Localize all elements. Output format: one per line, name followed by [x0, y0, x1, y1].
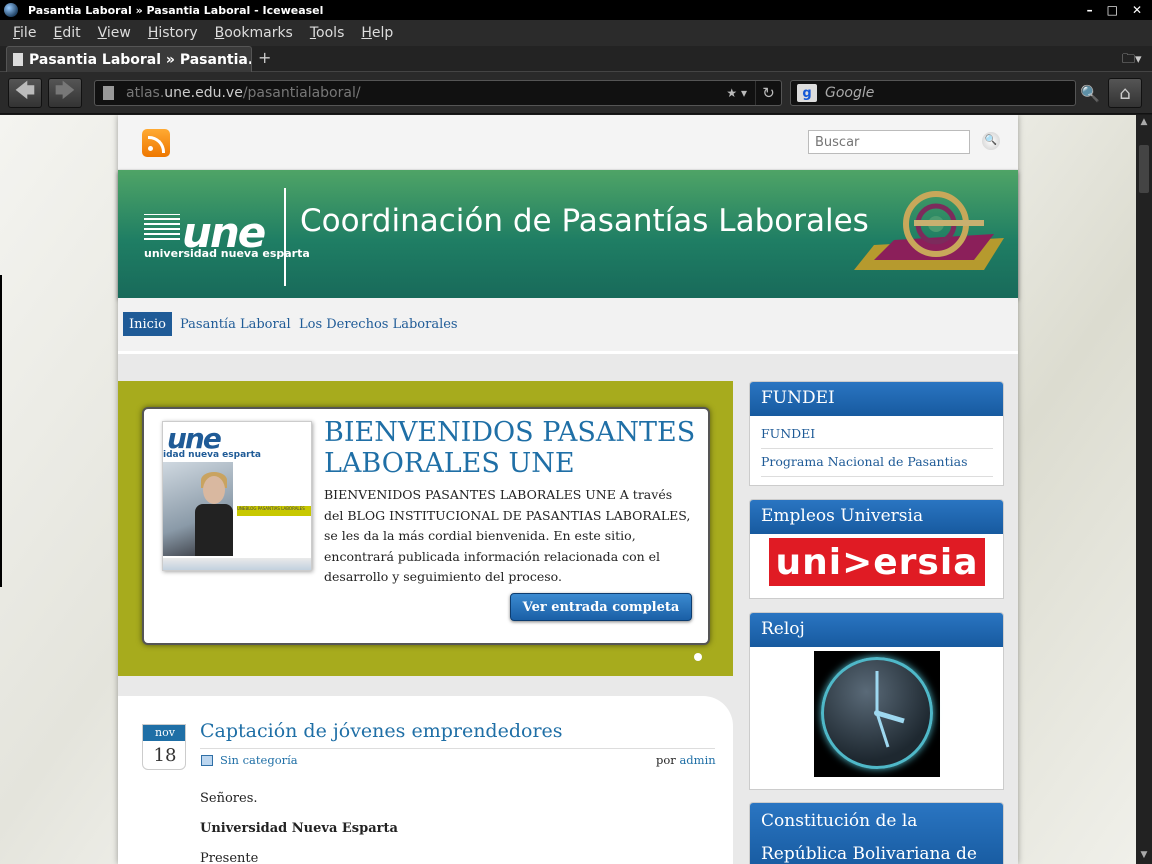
- reload-button[interactable]: ↻: [755, 81, 781, 105]
- folder-icon: [201, 755, 213, 766]
- widget-title: Reloj: [750, 613, 1003, 647]
- list-all-tabs-icon[interactable]: 🗀▾: [1122, 50, 1142, 72]
- clock-hands-icon: [874, 671, 905, 748]
- url-host: une.edu.ve: [164, 85, 243, 101]
- nav-inicio[interactable]: Inicio: [123, 312, 172, 336]
- home-button[interactable]: ⌂: [1108, 78, 1142, 108]
- post-byline: por admin: [656, 753, 716, 767]
- menu-bookmarks[interactable]: Bookmarks: [215, 25, 293, 41]
- post-title[interactable]: Captación de jóvenes emprendedores: [200, 720, 563, 742]
- programa-nacional-link[interactable]: Programa Nacional de Pasantias: [761, 449, 993, 477]
- browser-globe-icon: [4, 3, 18, 17]
- tab-bar: Pasantia Laboral » Pasantia... + 🗀▾: [0, 46, 1152, 72]
- maximize-button[interactable]: □: [1107, 3, 1118, 17]
- url-prefix: atlas.: [126, 85, 165, 101]
- minimize-button[interactable]: –: [1087, 3, 1093, 17]
- site-search-input[interactable]: [808, 130, 970, 154]
- site-banner[interactable]: une universidad nueva esparta Coordinaci…: [118, 170, 1018, 298]
- post-category[interactable]: Sin categoría: [220, 753, 298, 767]
- banner-decoration-icon: [854, 191, 1004, 270]
- menu-history[interactable]: History: [148, 25, 198, 41]
- menu-edit[interactable]: Edit: [53, 25, 80, 41]
- site-search-button[interactable]: 🔍: [982, 132, 1000, 150]
- page-left-edge: [0, 275, 2, 587]
- navigation-toolbar: 🡄 🡆 atlas. une.edu.ve/pasantialaboral/ ★ …: [0, 72, 1152, 114]
- post-paragraph: Presente: [200, 851, 259, 864]
- post: nov 18 Captación de jóvenes emprendedore…: [118, 696, 733, 864]
- read-more-button[interactable]: Ver entrada completa: [510, 593, 692, 621]
- widget-constitucion: Constitución de la República Bolivariana…: [749, 802, 1004, 864]
- banner-title: Coordinación de Pasantías Laborales: [300, 203, 869, 239]
- featured-card: une idad nueva esparta UNEBLOG PASANTIAS…: [142, 407, 710, 645]
- widget-empleos: Empleos Universia uni>ersia: [749, 499, 1004, 599]
- post-paragraph: Señores.: [200, 791, 258, 806]
- post-day: 18: [153, 745, 177, 766]
- tab-label: Pasantia Laboral » Pasantia...: [29, 51, 252, 68]
- banner-divider: [284, 188, 286, 286]
- site-identity-icon[interactable]: [103, 86, 114, 100]
- bookmark-star-icon[interactable]: ★ ▾: [726, 86, 747, 100]
- widget-fundei: FUNDEI FUNDEI Programa Nacional de Pasan…: [749, 381, 1004, 486]
- universia-logo[interactable]: uni>ersia: [769, 538, 985, 586]
- vertical-scrollbar[interactable]: ▲ ▼: [1136, 115, 1152, 864]
- page-icon: [13, 53, 23, 66]
- une-logo-stripes-icon: [144, 214, 180, 240]
- featured-title[interactable]: BIENVENIDOS PASANTES LABORALES UNE: [324, 417, 704, 479]
- thumb-person-face: [203, 476, 225, 504]
- window-titlebar: Pasantia Laboral » Pasantia Laboral - Ic…: [0, 0, 1152, 20]
- search-bar[interactable]: g Google: [790, 80, 1076, 106]
- menu-file[interactable]: File: [13, 25, 36, 41]
- widget-title: Constitución de la República Bolivariana…: [750, 803, 1003, 864]
- slider-dot[interactable]: [694, 653, 702, 661]
- search-placeholder: Google: [825, 85, 875, 101]
- thumb-bottom: [163, 558, 311, 570]
- featured-excerpt: BIENVENIDOS PASANTES LABORALES UNE A tra…: [324, 487, 691, 584]
- post-author[interactable]: admin: [679, 753, 715, 767]
- widget-reloj: Reloj: [749, 612, 1004, 790]
- site-top-strip: 🔍: [118, 115, 1018, 169]
- search-go-icon[interactable]: 🔍: [1080, 84, 1100, 103]
- scroll-up-icon[interactable]: ▲: [1138, 117, 1150, 129]
- rss-feed-icon[interactable]: [142, 129, 170, 157]
- google-engine-icon[interactable]: g: [797, 84, 817, 102]
- post-divider: [200, 748, 715, 749]
- site-nav: Inicio Pasantía Laboral Los Derechos Lab…: [118, 298, 1018, 354]
- featured-thumbnail[interactable]: une idad nueva esparta UNEBLOG PASANTIAS…: [162, 421, 312, 571]
- widget-title: FUNDEI: [750, 382, 1003, 416]
- forward-button[interactable]: 🡆: [48, 78, 82, 108]
- nav-derechos-laborales[interactable]: Los Derechos Laborales: [293, 312, 464, 336]
- thumb-logo-sub: idad nueva esparta: [163, 450, 261, 460]
- post-paragraph: Universidad Nueva Esparta: [200, 821, 398, 836]
- featured-slider: une idad nueva esparta UNEBLOG PASANTIAS…: [118, 381, 733, 676]
- thumb-person-body: [195, 504, 233, 556]
- back-button[interactable]: 🡄: [8, 78, 42, 108]
- byline-label: por: [656, 753, 676, 767]
- nav-pasantia-laboral[interactable]: Pasantía Laboral: [174, 312, 297, 336]
- menu-tools[interactable]: Tools: [310, 25, 345, 41]
- new-tab-button[interactable]: +: [258, 48, 271, 67]
- close-button[interactable]: ✕: [1132, 3, 1142, 17]
- fundei-link[interactable]: FUNDEI: [761, 421, 993, 449]
- clock-widget: [814, 651, 940, 777]
- menu-help[interactable]: Help: [361, 25, 393, 41]
- tab-active[interactable]: Pasantia Laboral » Pasantia...: [6, 46, 252, 72]
- url-bar[interactable]: atlas. une.edu.ve/pasantialaboral/ ★ ▾ ↻: [94, 80, 782, 106]
- thumb-strip: UNEBLOG PASANTIAS LABORALES: [237, 506, 311, 516]
- url-path: /pasantialaboral/: [242, 85, 361, 101]
- post-month: nov: [143, 725, 185, 741]
- menu-view[interactable]: View: [98, 25, 131, 41]
- menu-bar: File Edit View History Bookmarks Tools H…: [0, 20, 1152, 46]
- site-wrapper: 🔍 une universidad nueva esparta Coordina…: [118, 115, 1018, 864]
- scroll-down-icon[interactable]: ▼: [1138, 850, 1150, 862]
- page-viewport: 🔍 une universidad nueva esparta Coordina…: [0, 115, 1136, 864]
- scroll-thumb[interactable]: [1139, 145, 1149, 193]
- widget-title: Empleos Universia: [750, 500, 1003, 534]
- window-title: Pasantia Laboral » Pasantia Laboral - Ic…: [28, 3, 324, 17]
- post-date-badge: nov 18: [142, 724, 186, 770]
